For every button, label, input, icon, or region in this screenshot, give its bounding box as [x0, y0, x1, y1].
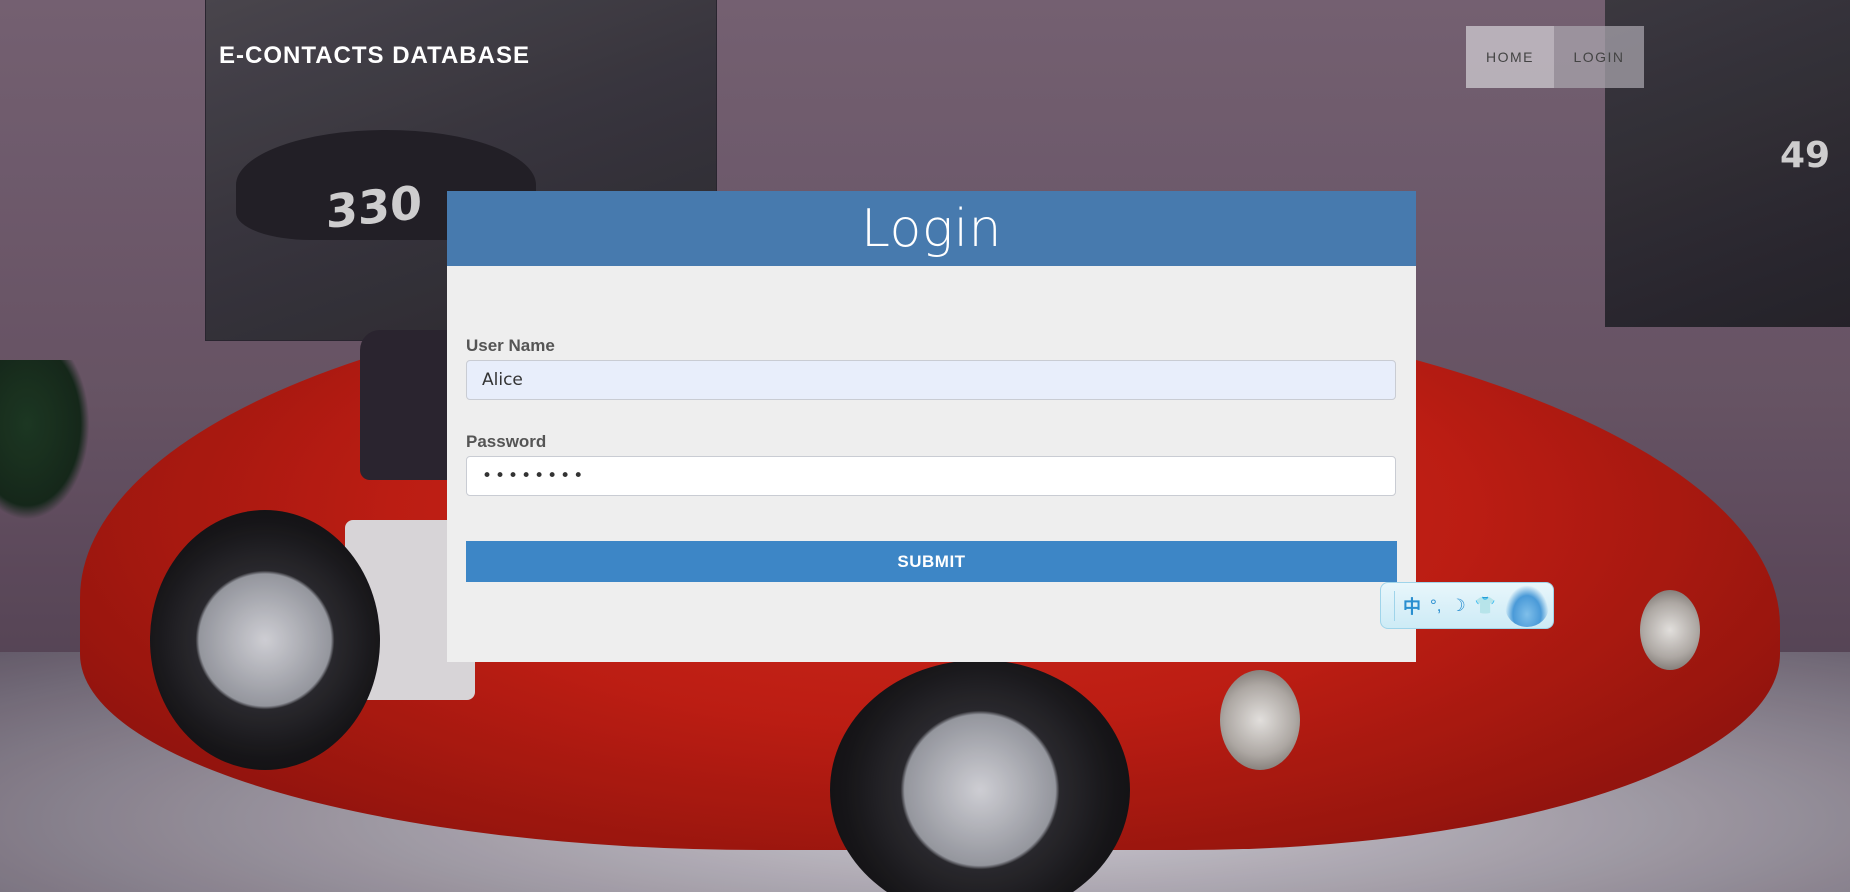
site-brand[interactable]: E-CONTACTS DATABASE — [219, 42, 530, 70]
ime-moon-icon[interactable]: ☽ — [1451, 596, 1466, 616]
top-nav: HOME LOGIN — [1466, 26, 1644, 88]
ime-skin-icon[interactable]: 👕 — [1475, 596, 1496, 616]
username-input[interactable] — [466, 360, 1396, 400]
login-title: Login — [861, 198, 1002, 259]
login-card: Login User Name Password SUBMIT — [447, 191, 1416, 662]
login-card-header: Login — [447, 191, 1416, 266]
nav-login-link[interactable]: LOGIN — [1554, 26, 1644, 88]
ime-divider — [1394, 591, 1395, 621]
ime-punctuation-icon[interactable]: °, — [1430, 596, 1442, 616]
ime-language-toggle[interactable]: 中 — [1403, 593, 1421, 619]
nav-home-link[interactable]: HOME — [1466, 26, 1554, 88]
password-input[interactable] — [466, 456, 1396, 496]
username-label: User Name — [466, 336, 555, 355]
ime-toolbar[interactable]: 中 °, ☽ 👕 — [1380, 582, 1554, 629]
password-label: Password — [466, 432, 547, 451]
submit-button[interactable]: SUBMIT — [466, 541, 1397, 582]
ime-flower-icon — [1505, 585, 1549, 627]
